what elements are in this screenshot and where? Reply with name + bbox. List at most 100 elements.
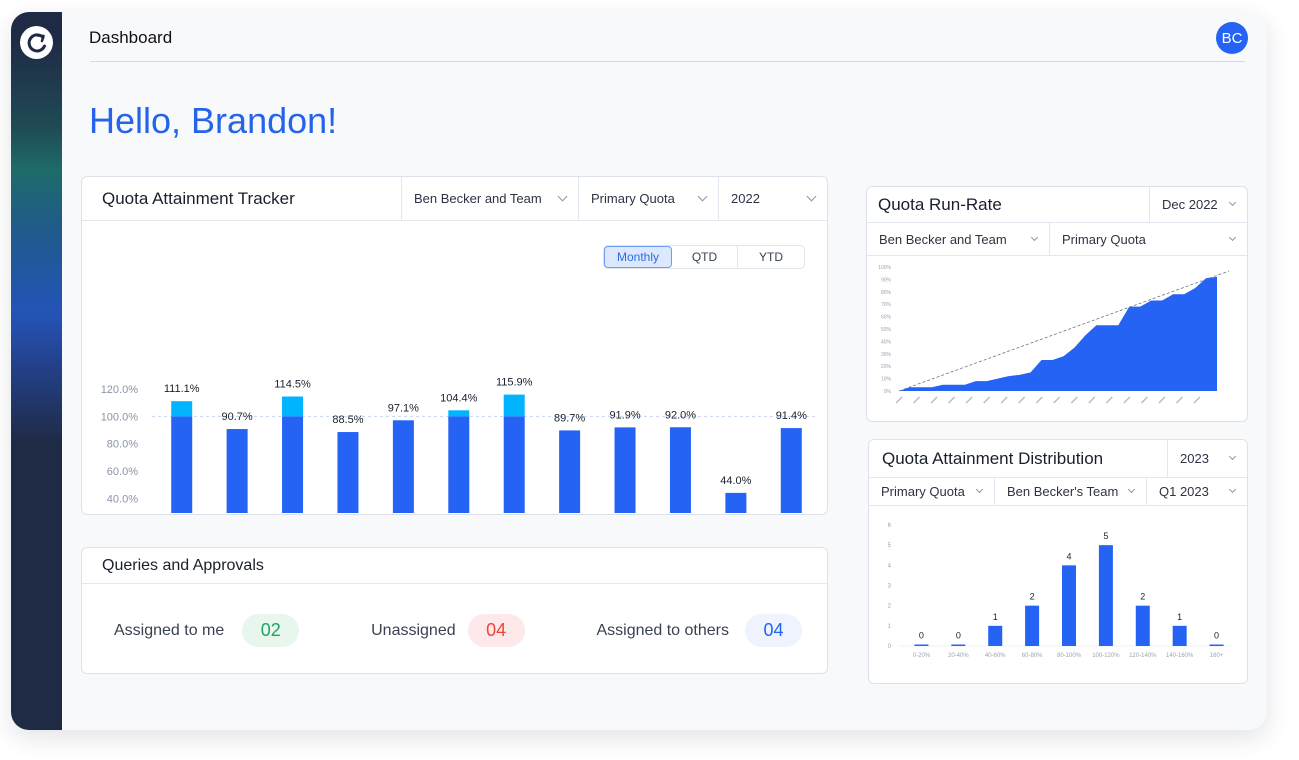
x-tick-label: 80-100%: [1057, 653, 1082, 659]
chevron-down-icon: [1127, 485, 1136, 494]
team-dropdown-value: Ben Becker and Team: [414, 191, 542, 206]
x-tick-label: 40-60%: [985, 653, 1006, 659]
quota-attainment-bar-chart: 0.0%20.0%40.0%60.0%80.0%100.0%120.0%111.…: [101, 377, 817, 513]
quota-run-rate-card: Quota Run-Rate Dec 2022 Ben Becker and T…: [866, 186, 1248, 422]
card-header: Queries and Approvals: [82, 548, 827, 584]
y-tick-label: 0%: [884, 389, 892, 395]
unassigned-item[interactable]: Unassigned 04: [371, 614, 525, 647]
year-dropdown[interactable]: 2022: [718, 177, 827, 220]
data-label: 2: [1030, 592, 1035, 602]
x-tick-label: [895, 396, 903, 404]
bar: [1172, 625, 1187, 646]
y-tick-label: 100%: [878, 265, 891, 271]
bar: [1025, 605, 1040, 646]
x-tick-label: 60-80%: [1022, 653, 1043, 659]
card-header: Quota Attainment Tracker Ben Becker and …: [82, 177, 827, 221]
y-tick-label: 70%: [881, 302, 892, 308]
year-dropdown-value: 2022: [731, 191, 760, 206]
x-tick-label: [1175, 396, 1184, 404]
bar: [1098, 545, 1113, 646]
quota-dropdown[interactable]: Primary Quota: [578, 177, 718, 220]
x-tick-label: [1053, 396, 1061, 404]
bar: [780, 428, 802, 513]
assigned-to-others-count: 04: [745, 614, 802, 647]
bar: [282, 416, 304, 513]
data-label: 5: [1103, 531, 1108, 541]
quota-dropdown[interactable]: Primary Quota: [1049, 223, 1247, 255]
data-label: 4: [1066, 551, 1071, 561]
bar: [614, 427, 636, 513]
assigned-to-others-item[interactable]: Assigned to others 04: [596, 614, 802, 647]
chevron-down-icon: [1228, 452, 1237, 461]
user-avatar[interactable]: BC: [1216, 22, 1248, 54]
refresh-logo-icon: [27, 32, 46, 52]
x-tick-label: [1000, 396, 1008, 404]
y-tick-label: 4: [888, 563, 892, 569]
card-header: Quota Run-Rate Dec 2022: [867, 187, 1247, 223]
team-dropdown-value: Ben Becker and Team: [879, 231, 1007, 247]
x-tick-label: [1140, 396, 1148, 404]
team-dropdown[interactable]: Ben Becker and Team: [401, 177, 578, 220]
quota-attainment-tracker-card: Quota Attainment Tracker Ben Becker and …: [81, 176, 828, 515]
x-tick-label: [948, 396, 956, 404]
team-dropdown[interactable]: Ben Becker's Team: [994, 478, 1146, 505]
x-tick-label: [930, 396, 938, 404]
bar: [988, 625, 1003, 646]
quota-dropdown[interactable]: Primary Quota: [869, 478, 994, 505]
unassigned-label: Unassigned: [371, 621, 456, 639]
y-tick-label: 80%: [881, 290, 892, 296]
chevron-down-icon: [1030, 233, 1039, 241]
y-tick-label: 3: [888, 584, 892, 590]
x-tick-label: 160+: [1210, 653, 1224, 659]
unassigned-count: 04: [467, 614, 525, 647]
bar: [503, 416, 525, 513]
sidebar: [11, 12, 62, 730]
x-tick-label: [912, 396, 921, 404]
data-label: 0: [919, 631, 924, 641]
bar: [226, 429, 248, 513]
x-tick-label: [1123, 396, 1131, 404]
bar: [171, 416, 193, 513]
bar: [1062, 565, 1076, 646]
chevron-down-icon: [1228, 485, 1237, 494]
data-label: 89.7%: [554, 412, 585, 424]
year-dropdown[interactable]: 2023: [1167, 440, 1247, 477]
card-title: Quota Run-Rate: [878, 194, 1002, 214]
y-tick-label: 6: [888, 523, 892, 529]
assigned-to-me-item[interactable]: Assigned to me 02: [114, 614, 300, 647]
data-label: 88.5%: [332, 414, 363, 426]
bar: [725, 492, 747, 513]
data-label: 114.5%: [274, 379, 311, 391]
team-dropdown[interactable]: Ben Becker and Team: [867, 223, 1049, 255]
card-subheader: Primary Quota Ben Becker's Team Q1 2023: [869, 478, 1247, 506]
x-tick-label: 100-120%: [1092, 653, 1120, 659]
quarter-dropdown[interactable]: Q1 2023: [1146, 478, 1247, 505]
bar: [951, 644, 966, 646]
queries-approvals-card: Queries and Approvals Assigned to me 02 …: [81, 547, 828, 674]
period-dropdown[interactable]: Dec 2022: [1149, 187, 1247, 222]
data-label: 0: [956, 631, 961, 641]
run-rate-area-chart: 0% 10% 20% 30% 40% 50% 60% 70% 80% 90% 100%: [878, 265, 1230, 404]
bar: [1135, 605, 1150, 646]
bar-over-target: [448, 410, 470, 417]
app-logo[interactable]: [20, 26, 53, 59]
assigned-to-me-count: 02: [242, 614, 300, 647]
data-label: 97.1%: [388, 402, 419, 414]
y-tick-label: 10%: [881, 377, 892, 383]
quota-attainment-distribution-card: Quota Attainment Distribution 2023 Prima…: [868, 439, 1248, 684]
bar: [669, 427, 691, 513]
x-tick-label: 0-20%: [913, 653, 931, 659]
quota-dropdown-value: Primary Quota: [1062, 231, 1146, 247]
x-tick-label: 120-140%: [1129, 653, 1157, 659]
y-tick-label: 20%: [881, 364, 892, 370]
data-label: 91.4%: [776, 410, 807, 422]
y-tick-label: 50%: [881, 327, 892, 333]
chevron-down-icon: [557, 191, 568, 202]
chevron-down-icon: [806, 191, 817, 202]
bar: [392, 420, 414, 513]
distribution-bar-chart: 0 1 2 3 4 5 6 0 0-20% 0 20-40% 1 40-60% 2 60-80% 4 80-10…: [888, 523, 1231, 659]
bar-over-target: [282, 396, 304, 417]
y-tick-label: 80.0%: [107, 439, 138, 451]
team-dropdown-value: Ben Becker's Team: [1007, 484, 1119, 499]
y-tick-label: 120.0%: [101, 384, 139, 396]
